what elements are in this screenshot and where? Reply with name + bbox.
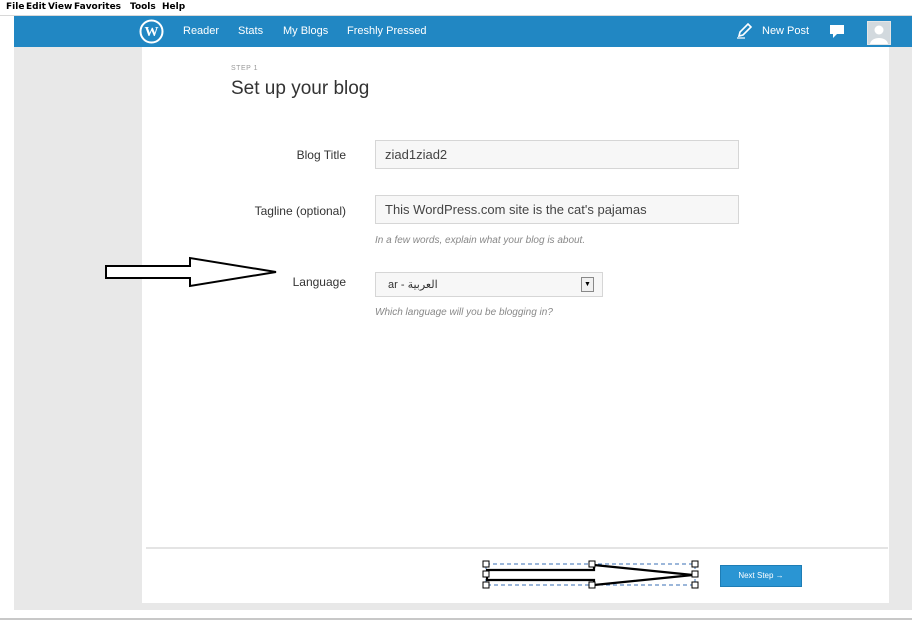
menu-help[interactable]: Help	[162, 2, 185, 12]
step-label: STEP 1	[231, 65, 258, 72]
blog-title-label: Blog Title	[296, 148, 346, 162]
menu-file[interactable]: File	[6, 2, 24, 12]
new-post-label: New Post	[762, 25, 810, 37]
blog-title-input[interactable]: ziad1ziad2	[375, 140, 739, 169]
nav-stats[interactable]: Stats	[238, 25, 263, 37]
next-step-button[interactable]: Next Step →	[720, 565, 802, 587]
selected-arrow-annotation-icon[interactable]	[482, 560, 700, 590]
chevron-down-icon[interactable]: ▼	[581, 277, 594, 292]
menu-favorites[interactable]: Favorites	[74, 2, 121, 12]
language-select[interactable]: ar - العربية ▼	[375, 272, 603, 297]
menu-edit[interactable]: Edit	[26, 2, 46, 12]
user-avatar-icon[interactable]	[867, 21, 891, 45]
wordpress-logo-icon[interactable]: W	[139, 19, 164, 44]
pencil-icon	[737, 23, 753, 39]
tagline-label: Tagline (optional)	[254, 204, 346, 218]
page-title: Set up your blog	[231, 78, 370, 99]
right-arrow-icon	[105, 256, 277, 288]
tagline-hint: In a few words, explain what your blog i…	[375, 235, 586, 246]
language-hint: Which language will you be blogging in?	[375, 307, 553, 318]
tagline-input[interactable]: This WordPress.com site is the cat's paj…	[375, 195, 739, 224]
speech-bubble-icon[interactable]	[829, 24, 845, 44]
browser-menu-bar: File Edit View Favorites Tools Help	[0, 0, 912, 16]
menu-tools[interactable]: Tools	[130, 2, 156, 12]
window-bottom-edge	[0, 618, 912, 620]
nav-freshly-pressed[interactable]: Freshly Pressed	[347, 25, 426, 37]
setup-card	[142, 47, 889, 603]
footer-divider	[146, 547, 888, 549]
svg-text:W: W	[145, 25, 159, 40]
wordpress-toolbar: W Reader Stats My Blogs Freshly Pressed …	[14, 16, 912, 47]
menu-view[interactable]: View	[48, 2, 72, 12]
nav-reader[interactable]: Reader	[183, 25, 219, 37]
nav-my-blogs[interactable]: My Blogs	[283, 25, 328, 37]
language-select-value: ar - العربية	[388, 279, 438, 291]
